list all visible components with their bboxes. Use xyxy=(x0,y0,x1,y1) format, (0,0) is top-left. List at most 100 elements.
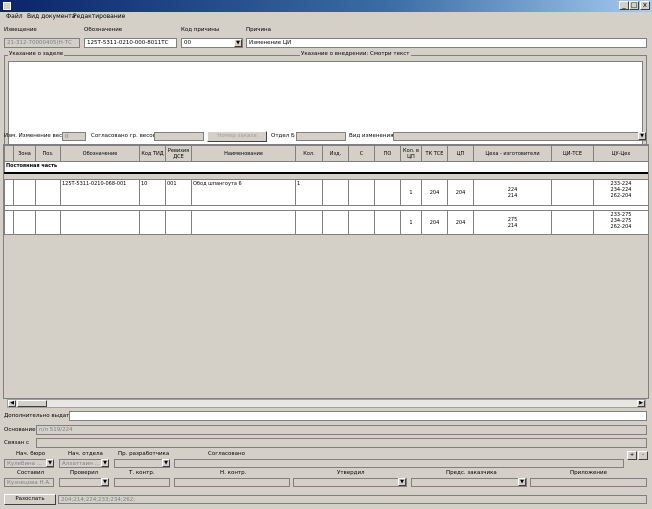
column-header[interactable]: Ревизия ДСЕ xyxy=(165,145,192,162)
agreed-label: Согласовано xyxy=(208,451,245,457)
weight-change-field[interactable]: 0 xyxy=(62,132,86,141)
column-header[interactable]: ЦУ-Цех xyxy=(593,145,648,162)
table-cell[interactable]: 125Т-5311-0210-068-001 xyxy=(60,179,140,206)
column-header[interactable]: Кол. в ЦП xyxy=(400,145,422,162)
chevron-down-icon[interactable]: ▼ xyxy=(101,478,109,486)
table-cell[interactable]: 1 xyxy=(295,179,323,206)
table-cell[interactable] xyxy=(551,210,594,235)
column-header[interactable]: Код ТИД xyxy=(139,145,166,162)
column-header[interactable]: Кол. xyxy=(295,145,323,162)
table-cell[interactable] xyxy=(191,210,296,235)
column-header[interactable]: Зона xyxy=(13,145,36,162)
chevron-down-icon[interactable]: ▼ xyxy=(101,459,109,467)
send-button[interactable]: Разослать xyxy=(4,494,56,505)
table-cell[interactable] xyxy=(165,210,192,235)
menu-edit[interactable]: Редактирование xyxy=(73,13,125,20)
column-header[interactable]: ТК ТСЕ xyxy=(421,145,448,162)
table-cell[interactable] xyxy=(139,210,166,235)
add-approver-button[interactable]: + xyxy=(627,451,637,460)
table-cell[interactable]: 204 xyxy=(421,179,448,206)
column-header[interactable]: Наименование xyxy=(191,145,296,162)
column-header[interactable]: С xyxy=(348,145,375,162)
table-cell[interactable] xyxy=(374,179,401,206)
column-header[interactable]: ПО xyxy=(374,145,401,162)
table-cell[interactable] xyxy=(322,210,349,235)
spacer xyxy=(4,172,648,180)
table-cell[interactable] xyxy=(13,210,36,235)
column-header[interactable]: ЦИ-ТСЕ xyxy=(551,145,594,162)
menu-file[interactable]: Файл xyxy=(6,13,23,20)
dept-b-field[interactable] xyxy=(296,132,346,141)
table-cell[interactable]: Обод шпангоута 6 xyxy=(191,179,296,206)
chevron-down-icon[interactable]: ▼ xyxy=(162,459,170,467)
reason-field[interactable]: Изменение ЦИ xyxy=(246,38,647,48)
close-button[interactable]: x xyxy=(640,1,650,10)
author-field[interactable]: Кузнецова Н.А. xyxy=(4,478,54,487)
column-header[interactable] xyxy=(4,145,14,162)
table-cell[interactable] xyxy=(35,179,61,206)
basis-field[interactable]: п/п 519/224 xyxy=(36,425,647,435)
table-cell[interactable]: 001 xyxy=(165,179,192,206)
scroll-left-icon[interactable]: ◀ xyxy=(8,400,16,407)
approved-combo[interactable] xyxy=(293,478,407,487)
table-cell[interactable]: 10 xyxy=(139,179,166,206)
column-header[interactable]: Поз. xyxy=(35,145,61,162)
change-type-combo[interactable] xyxy=(393,132,647,141)
table-cell[interactable]: 1 xyxy=(400,210,422,235)
scrollbar-thumb[interactable] xyxy=(17,400,47,407)
attachment-field[interactable] xyxy=(530,478,647,487)
tcontrol-field[interactable] xyxy=(114,478,170,487)
table-cell[interactable] xyxy=(295,210,323,235)
section-row[interactable]: Постоянная часть xyxy=(4,161,648,174)
customer-combo[interactable] xyxy=(411,478,527,487)
table-cell[interactable]: 233-224 234-224 262-204 xyxy=(593,179,648,206)
column-header[interactable]: ЦП xyxy=(447,145,474,162)
scroll-right-icon[interactable]: ▶ xyxy=(637,400,645,407)
minimize-button[interactable]: _ xyxy=(619,1,629,10)
column-header[interactable]: Изд. xyxy=(322,145,349,162)
table-cell[interactable] xyxy=(374,210,401,235)
column-header[interactable]: Цеха - изготовители xyxy=(473,145,552,162)
table-cell[interactable] xyxy=(13,179,36,206)
menu-document-view[interactable]: Вид документа xyxy=(27,13,75,20)
table-row[interactable]: 125Т-5311-0210-068-001 10 001 Обод шпанг… xyxy=(4,179,648,206)
column-header[interactable]: Обозначение xyxy=(60,145,140,162)
table-cell[interactable] xyxy=(4,210,14,235)
table-cell[interactable]: 224 214 xyxy=(473,179,552,206)
table-cell[interactable] xyxy=(551,179,594,206)
designation-field[interactable]: 125Т-5311-0210-000-8011ТС xyxy=(84,38,177,48)
table-cell[interactable] xyxy=(4,179,14,206)
table-cell[interactable]: 204 xyxy=(447,210,474,235)
send-recipients-field[interactable]: 204;214;224;233;234;262; xyxy=(58,495,647,504)
table-cell[interactable] xyxy=(348,179,375,206)
notice-field[interactable]: 21-312-70000405(Н-ТС xyxy=(4,38,80,48)
table-cell[interactable] xyxy=(322,179,349,206)
agreed-field[interactable] xyxy=(174,459,624,468)
tcontrol-label: Т. контр. xyxy=(129,470,155,476)
extra-issue-field[interactable] xyxy=(69,411,647,421)
ncontrol-field[interactable] xyxy=(174,478,290,487)
table-cell[interactable] xyxy=(60,210,140,235)
table-cell[interactable]: 204 xyxy=(447,179,474,206)
chevron-down-icon[interactable]: ▼ xyxy=(638,132,646,140)
weight-agreed-field[interactable] xyxy=(154,132,204,141)
items-grid[interactable]: Зона Поз. Обозначение Код ТИД Ревизия ДС… xyxy=(3,144,649,399)
chevron-down-icon[interactable]: ▼ xyxy=(234,39,242,47)
table-cell[interactable] xyxy=(348,210,375,235)
chevron-down-icon[interactable]: ▼ xyxy=(46,459,54,467)
reason-code-label: Код причины xyxy=(181,27,220,33)
horizontal-scrollbar[interactable]: ◀ ▶ xyxy=(7,399,646,408)
table-cell[interactable] xyxy=(35,210,61,235)
remove-approver-button[interactable]: - xyxy=(638,451,648,460)
chevron-down-icon[interactable]: ▼ xyxy=(398,478,406,486)
order-number-button[interactable]: Номер заказа xyxy=(207,131,267,142)
table-cell[interactable]: 1 xyxy=(400,179,422,206)
table-row[interactable]: 1 204 204 275 214 233-275 234-275 262-20… xyxy=(4,210,648,235)
table-cell[interactable]: 275 214 xyxy=(473,210,552,235)
attachment-label: Приложение xyxy=(570,470,607,476)
table-cell[interactable]: 233-275 234-275 262-204 xyxy=(593,210,648,235)
related-field[interactable] xyxy=(36,438,647,448)
chevron-down-icon[interactable]: ▼ xyxy=(518,478,526,486)
table-cell[interactable]: 204 xyxy=(421,210,448,235)
maximize-button[interactable]: □ xyxy=(629,1,639,10)
